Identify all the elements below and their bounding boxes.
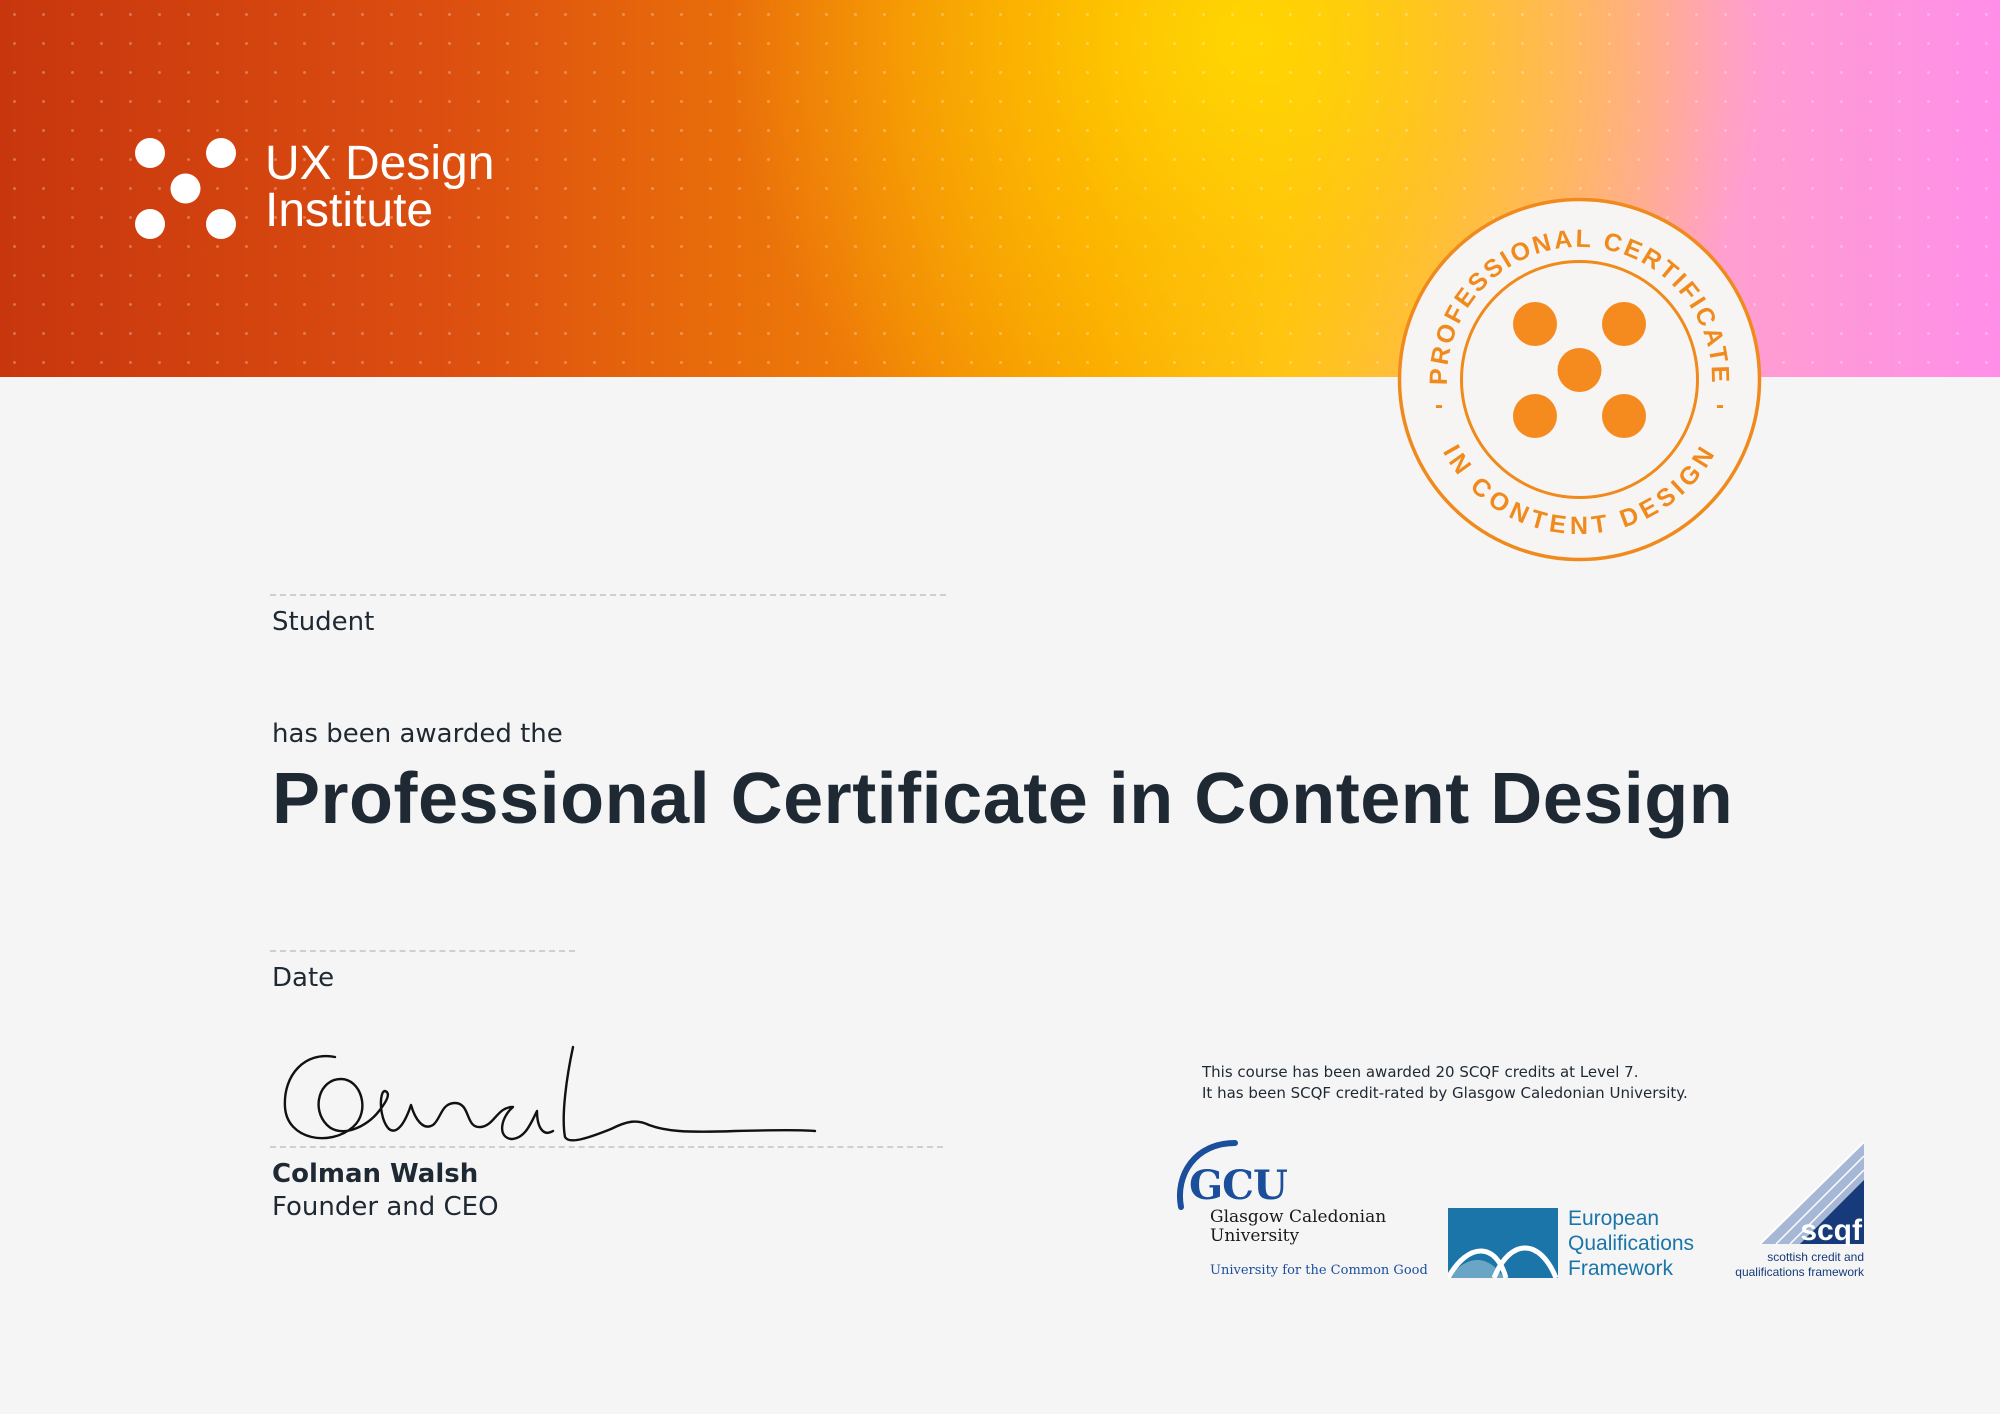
date-label: Date — [272, 963, 335, 993]
signatory-name: Colman Walsh — [272, 1159, 479, 1189]
brand-name-line1: UX Design — [265, 137, 495, 190]
student-label: Student — [272, 607, 375, 637]
eqf-line1: European — [1568, 1207, 1660, 1230]
gcu-abbr: GCU — [1189, 1162, 1288, 1209]
accreditation-line1: This course has been awarded 20 SCQF cre… — [1202, 1063, 1639, 1081]
awarded-text: has been awarded the — [272, 719, 563, 749]
brand-name-line2: Institute — [265, 184, 434, 237]
eqf-line3: Framework — [1568, 1257, 1674, 1280]
seal-separator-left: - — [1435, 392, 1443, 419]
scqf-line1: scottish credit and — [1767, 1250, 1864, 1264]
scqf-abbr: scqf — [1800, 1214, 1863, 1247]
accreditation-note: This course has been awarded 20 SCQF cre… — [1202, 1062, 1688, 1104]
handwritten-signature — [283, 1045, 817, 1142]
gcu-name-line1: Glasgow Caledonian — [1210, 1207, 1387, 1227]
eqf-line2: Qualifications — [1568, 1232, 1695, 1255]
accreditation-line2: It has been SCQF credit-rated by Glasgow… — [1202, 1084, 1688, 1102]
signature-line — [270, 1146, 943, 1148]
gcu-tagline: University for the Common Good — [1210, 1263, 1428, 1278]
scqf-line2: qualifications framework — [1735, 1265, 1864, 1279]
certificate-seal: PROFESSIONAL CERTIFICATE IN CONTENT DESI… — [1397, 197, 1762, 562]
date-line — [270, 950, 575, 952]
five-dots-logo-icon — [135, 138, 236, 239]
signatory-role: Founder and CEO — [272, 1192, 499, 1222]
eqf-name: European Qualifications Framework — [1568, 1206, 1694, 1281]
certificate-title: Professional Certificate in Content Desi… — [272, 759, 1734, 839]
scqf-name: scottish credit and qualifications frame… — [1690, 1250, 1864, 1280]
gcu-name-line2: University — [1210, 1226, 1300, 1246]
brand-name: UX Design Institute — [265, 137, 495, 237]
student-name-line — [270, 594, 946, 596]
seal-separator-right: - — [1716, 392, 1724, 419]
